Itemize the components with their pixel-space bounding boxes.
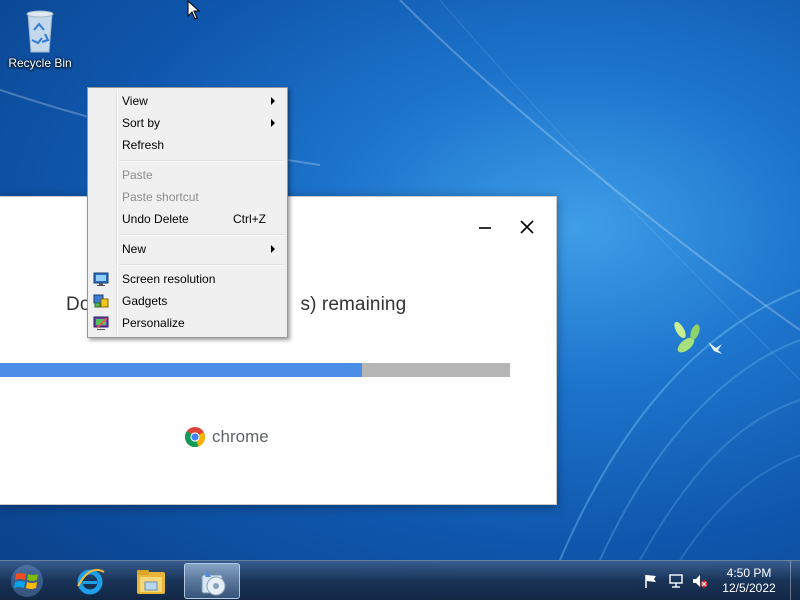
recycle-bin-label: Recycle Bin [8,56,72,70]
download-progress-bar [0,363,510,377]
volume-muted-icon[interactable] [692,573,708,589]
menu-item-refresh[interactable]: Refresh [90,134,285,156]
menu-item-label: View [122,94,148,108]
action-center-flag-icon[interactable] [643,573,659,589]
mouse-cursor-icon [187,0,201,20]
close-icon [520,220,534,234]
install-status-right: s) remaining [300,294,407,315]
taskbar: 4:50 PM 12/5/2022 [0,560,800,600]
chrome-brand-name: chrome [212,427,269,446]
minimize-button[interactable] [473,215,499,239]
menu-item-shortcut: Ctrl+Z [233,212,266,226]
taskbar-internet-explorer[interactable] [62,563,118,599]
windows-logo-icon [11,565,43,597]
menu-item-label: Refresh [122,138,165,152]
desktop[interactable]: Recycle Bin Do s) remaining chrome View … [0,0,800,560]
menu-item-paste[interactable]: Paste [90,164,285,186]
menu-item-new[interactable]: New [90,238,285,260]
menu-item-label: Sort by [122,116,161,130]
chrome-logo-icon [184,427,206,448]
menu-item-screen-resolution[interactable]: Screen resolution [90,268,285,290]
chrome-branding: chrome [184,426,269,448]
menu-item-undo-delete[interactable]: Undo Delete Ctrl+Z [90,208,285,230]
menu-item-label: New [122,242,147,256]
menu-item-label: Paste [122,168,153,182]
screen-resolution-icon [93,272,109,286]
menu-item-sort-by[interactable]: Sort by [90,112,285,134]
recycle-bin-icon [26,10,54,53]
download-progress-fill [0,363,362,377]
submenu-arrow-icon [271,119,275,127]
recycle-bin-shortcut[interactable]: Recycle Bin [6,6,74,70]
taskbar-file-explorer[interactable] [123,563,179,599]
submenu-arrow-icon [271,245,275,253]
menu-item-label: Undo Delete [122,212,189,226]
clock-date: 12/5/2022 [722,581,776,595]
menu-item-paste-shortcut[interactable]: Paste shortcut [90,186,285,208]
show-desktop-button[interactable] [790,561,800,600]
network-icon[interactable] [668,573,684,589]
system-clock[interactable]: 4:50 PM 12/5/2022 [716,566,782,596]
close-button[interactable] [514,215,540,239]
file-explorer-icon [137,570,165,594]
internet-explorer-icon [77,568,105,595]
menu-item-gadgets[interactable]: Gadgets [90,290,285,312]
menu-item-view[interactable]: View [90,90,285,112]
gadgets-icon [93,294,109,308]
menu-separator [119,160,285,162]
menu-separator [119,234,285,236]
menu-separator [119,264,285,266]
menu-item-label: Gadgets [122,294,168,308]
start-button[interactable] [0,562,54,600]
wallpaper-leaf-icon [674,321,722,354]
clock-time: 4:50 PM [726,566,772,580]
taskbar-installer[interactable] [184,563,240,599]
menu-item-personalize[interactable]: Personalize [90,312,285,334]
installer-icon [201,571,226,596]
personalize-icon [93,316,109,330]
menu-item-label: Personalize [122,316,185,330]
desktop-context-menu: View Sort by Refresh Paste Paste shortcu… [87,87,288,338]
menu-item-label: Paste shortcut [122,190,199,204]
submenu-arrow-icon [271,97,275,105]
minimize-icon [479,227,491,229]
menu-item-label: Screen resolution [122,272,216,286]
